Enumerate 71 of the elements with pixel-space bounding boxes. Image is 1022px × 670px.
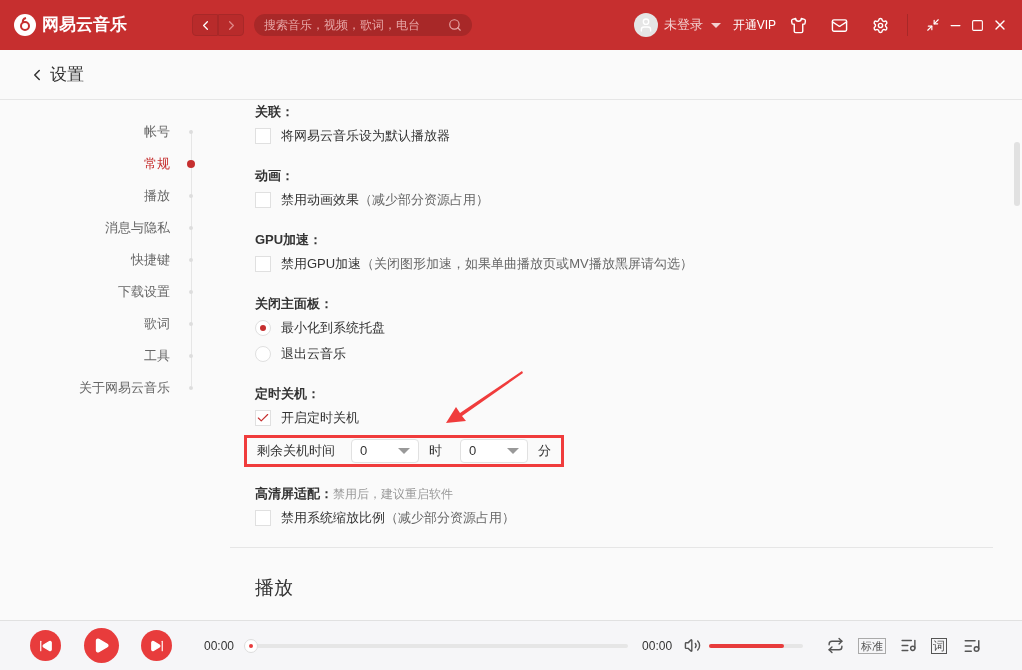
playlist-icon[interactable] [900,637,918,654]
caret-icon [507,448,519,454]
nav-item[interactable]: 播放 [144,186,170,206]
unit-label: 时 [429,442,442,461]
option-label: 最小化到系统托盘 [281,319,385,338]
skin-icon[interactable] [790,16,807,34]
option-label: 开启定时关机 [281,409,359,428]
checkbox[interactable] [255,510,271,526]
section-title: 关闭主面板： [255,295,333,314]
vip-link[interactable]: 开通VIP [732,16,776,34]
radio-button[interactable] [255,346,271,362]
scrollbar[interactable] [1014,142,1020,206]
lyrics-button[interactable]: 词 [931,637,948,654]
mini-mode-icon[interactable] [926,18,940,32]
nav-item[interactable]: 帐号 [144,122,170,142]
elapsed-time: 00:00 [204,637,235,655]
user-name[interactable]: 未登录 [663,15,703,35]
nav-item[interactable]: 下载设置 [118,282,170,302]
total-time: 00:00 [642,637,673,655]
play-button[interactable] [84,628,119,663]
section-heading: 播放 [255,577,293,598]
checkbox[interactable] [255,192,271,208]
avatar-icon[interactable] [633,13,658,37]
settings-icon[interactable] [872,16,889,34]
quality-button[interactable]: 标准 [858,637,887,654]
option-label: 将网易云音乐设为默认播放器 [281,127,450,146]
section-title: 关联： [255,103,294,122]
section-title: 高清屏适配： [255,485,333,504]
app-name: 网易云音乐 [42,14,127,37]
nav-item[interactable]: 歌词 [144,314,170,334]
unit-label: 分 [538,442,551,461]
checkbox[interactable] [255,410,271,426]
play-icon [93,637,110,654]
progress-thumb[interactable] [244,638,259,653]
option-label: 禁用GPU加速（关闭图形加速，如果单曲播放页或MV播放黑屏请勾选） [281,255,693,274]
maximize-icon[interactable] [971,18,984,32]
previous-button[interactable] [30,630,61,661]
repeat-icon[interactable] [827,637,845,654]
next-button[interactable] [141,630,172,661]
caret-icon [398,448,410,454]
nav-item[interactable]: 消息与隐私 [105,218,170,238]
volume-track[interactable] [709,643,804,648]
nav-item[interactable]: 关于网易云音乐 [79,378,170,398]
section-note: 禁用后，建议重启软件 [333,486,453,503]
checkbox[interactable] [255,128,271,144]
hours-dropdown[interactable]: 0 [351,439,419,463]
search-field[interactable]: 搜索音乐，视频，歌词，电台 [254,14,472,36]
caret-icon[interactable] [710,22,721,28]
radio-button[interactable] [255,320,271,336]
checkbox[interactable] [255,256,271,272]
logo-icon [14,14,36,36]
nav-item[interactable]: 常规 [144,154,170,174]
volume-icon[interactable] [684,637,702,654]
option-label: 禁用动画效果（减少部分资源占用） [281,191,489,210]
timer-label: 剩余关机时间 [257,442,335,461]
nav-item[interactable]: 工具 [144,346,170,366]
option-label: 禁用系统缩放比例（减少部分资源占用） [281,509,515,528]
next-icon [149,638,164,653]
section-title: GPU加速： [255,231,323,250]
back-button[interactable] [192,14,218,36]
check-icon [256,411,270,425]
progress-slider[interactable] [244,638,629,653]
option-label: 退出云音乐 [281,345,346,364]
page-title: 设置 [50,63,84,86]
nav-item[interactable]: 快捷键 [131,250,170,270]
section-title: 定时关机： [255,385,320,404]
minutes-dropdown[interactable]: 0 [460,439,528,463]
section-title: 动画： [255,167,294,186]
previous-icon [38,638,53,653]
mail-icon[interactable] [831,16,848,34]
search-icon [448,18,462,32]
